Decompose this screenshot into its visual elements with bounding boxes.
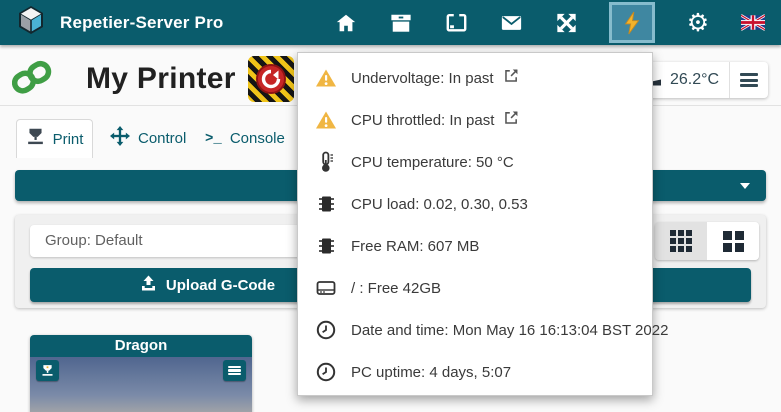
cpu-chip-icon (315, 193, 337, 215)
grid-view-small-button[interactable] (655, 222, 707, 260)
printer-header: My Printer (12, 52, 294, 106)
app-title: Repetier-Server Pro (60, 13, 223, 33)
status-row-cpu-throttled[interactable]: CPU throttled: In past (298, 99, 652, 141)
connection-link-icon[interactable] (12, 56, 52, 103)
archive-icon[interactable] (389, 11, 413, 35)
status-row-disk-free: / : Free 42GB (298, 267, 652, 309)
server-status-bolt-icon[interactable] (609, 2, 655, 43)
status-text: / : Free 42GB (351, 280, 441, 297)
status-text: CPU temperature: 50 °C (351, 154, 514, 171)
touchscreen-icon[interactable] (444, 11, 468, 35)
status-text: Date and time: Mon May 16 16:13:04 BST 2… (351, 322, 668, 339)
status-row-pc-uptime: PC uptime: 4 days, 5:07 (298, 351, 652, 393)
status-text: CPU throttled: In past (351, 112, 494, 129)
clock-icon (315, 319, 337, 341)
fullscreen-icon[interactable] (554, 11, 578, 35)
hamburger-icon (740, 71, 758, 90)
tab-console-label: Console (230, 130, 285, 147)
tab-console[interactable]: >_ Console (205, 119, 285, 158)
warning-triangle-icon (315, 68, 337, 88)
external-link-icon[interactable] (503, 109, 520, 131)
tab-print-label: Print (53, 131, 84, 148)
settings-gear-icon[interactable]: ⚙ (686, 11, 710, 35)
tab-control[interactable]: Control (110, 119, 186, 158)
messages-icon[interactable] (499, 11, 523, 35)
print-nozzle-icon (26, 127, 45, 151)
memory-chip-icon (315, 235, 337, 257)
tab-control-label: Control (138, 130, 186, 147)
top-navbar: Repetier-Server Pro (0, 0, 781, 45)
status-text: Free RAM: 607 MB (351, 238, 479, 255)
upload-icon (140, 275, 157, 295)
tab-print[interactable]: Print (16, 119, 93, 158)
hamburger-icon (228, 364, 241, 377)
grid-view-large-button[interactable] (707, 222, 759, 260)
chevron-down-icon (740, 183, 750, 189)
status-row-free-ram: Free RAM: 607 MB (298, 225, 652, 267)
card-menu-button[interactable] (223, 360, 246, 381)
status-text: CPU load: 0.02, 0.30, 0.53 (351, 196, 528, 213)
move-arrows-icon (110, 126, 130, 151)
printer-preview-image (30, 357, 252, 412)
status-row-cpu-temperature: CPU temperature: 50 °C (298, 141, 652, 183)
bed-temperature-value: 26.2°C (670, 71, 719, 89)
warning-triangle-icon (315, 110, 337, 130)
console-prompt-icon: >_ (205, 131, 222, 147)
grid-2x2-icon (723, 231, 744, 252)
repetier-logo-icon (16, 5, 46, 40)
grid-3x3-icon (670, 230, 692, 252)
emergency-stop-button[interactable] (248, 56, 294, 102)
printer-menu-button[interactable] (730, 62, 768, 98)
status-text: PC uptime: 4 days, 5:07 (351, 364, 511, 381)
printer-card-title: Dragon (30, 335, 252, 357)
card-print-button[interactable] (36, 360, 59, 381)
external-link-icon[interactable] (503, 67, 520, 89)
printer-name: My Printer (86, 62, 236, 96)
printer-card-dragon[interactable]: Dragon (30, 335, 252, 412)
navbar-icons: ⚙ (334, 2, 781, 43)
status-row-cpu-load: CPU load: 0.02, 0.30, 0.53 (298, 183, 652, 225)
app-window: Repetier-Server Pro (0, 0, 781, 412)
server-status-popup: Undervoltage: In past CPU throttled: In … (297, 52, 653, 396)
upload-gcode-label: Upload G-Code (166, 277, 275, 294)
language-uk-flag-icon[interactable] (741, 11, 765, 35)
clock-icon (315, 361, 337, 383)
status-row-undervoltage[interactable]: Undervoltage: In past (298, 57, 652, 99)
hard-drive-icon (315, 277, 337, 299)
status-text: Undervoltage: In past (351, 70, 494, 87)
view-toggle (655, 222, 759, 260)
thermometer-icon (315, 151, 337, 173)
status-row-date-time: Date and time: Mon May 16 16:13:04 BST 2… (298, 309, 652, 351)
home-icon[interactable] (334, 11, 358, 35)
